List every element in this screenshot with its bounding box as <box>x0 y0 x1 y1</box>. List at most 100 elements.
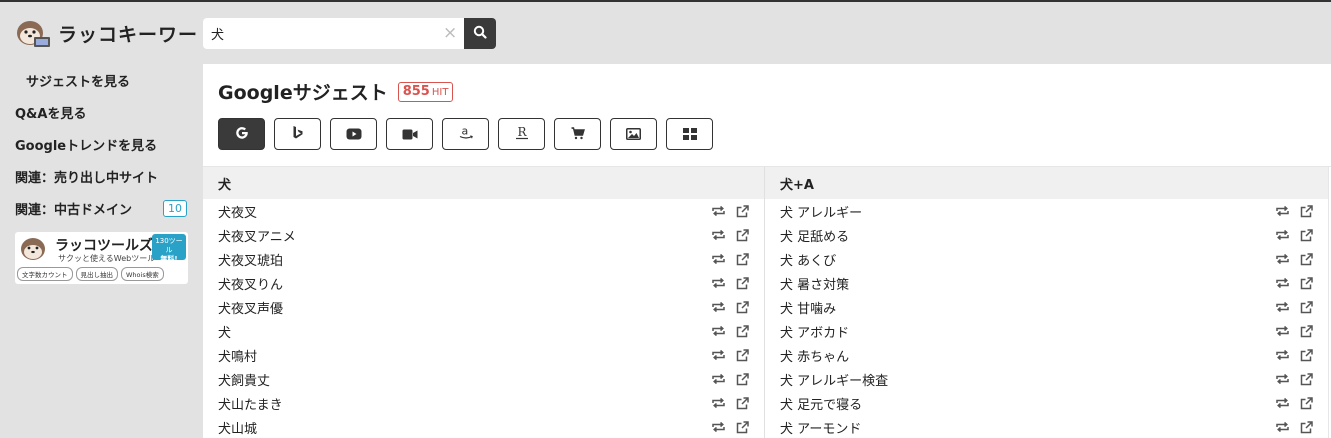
row-actions <box>710 275 750 291</box>
sidebar-item-qa[interactable]: Q&Aを見る <box>0 96 195 128</box>
repeat-search-icon[interactable] <box>710 251 726 267</box>
suggest-row: 犬 赤ちゃん <box>765 343 1328 367</box>
suggest-keyword[interactable]: 犬山城 <box>218 418 257 437</box>
sidebar-item-label: 関連：中古ドメイン <box>15 202 133 218</box>
rakko-tools-banner[interactable]: ラッコツールズ サクッと使えるWebツール 130ツール 無料! 文字数カウント… <box>15 232 188 284</box>
suggest-keyword[interactable]: 犬夜叉りん <box>218 274 283 293</box>
external-link-icon[interactable] <box>734 299 750 315</box>
repeat-search-icon[interactable] <box>710 275 726 291</box>
external-link-icon[interactable] <box>1298 299 1314 315</box>
sidebar-item-sites-for-sale[interactable]: 関連：売り出し中サイト <box>0 160 195 192</box>
logo[interactable]: ラッコキーワード <box>14 16 218 50</box>
external-link-icon[interactable] <box>1298 227 1314 243</box>
suggest-row: 犬 <box>203 319 764 343</box>
suggest-keyword[interactable]: 犬夜叉声優 <box>218 298 283 317</box>
suggest-keyword[interactable]: 犬夜叉 <box>218 202 257 221</box>
repeat-search-icon[interactable] <box>1274 323 1290 339</box>
search-button[interactable] <box>464 18 496 49</box>
external-link-icon[interactable] <box>734 275 750 291</box>
external-link-icon[interactable] <box>734 251 750 267</box>
repeat-search-icon[interactable] <box>710 347 726 363</box>
suggest-keyword[interactable]: 犬 <box>218 322 231 341</box>
suggest-keyword[interactable]: 犬 甘噛み <box>780 298 836 317</box>
tab-shopping[interactable] <box>554 118 601 150</box>
suggest-keyword[interactable]: 犬飼貴丈 <box>218 370 270 389</box>
suggest-row: 犬 暑さ対策 <box>765 271 1328 295</box>
tab-amazon[interactable]: a <box>442 118 489 150</box>
repeat-search-icon[interactable] <box>1274 371 1290 387</box>
external-link-icon[interactable] <box>1298 251 1314 267</box>
suggest-keyword[interactable]: 犬 足舐める <box>780 226 849 245</box>
external-link-icon[interactable] <box>1298 323 1314 339</box>
suggest-keyword[interactable]: 犬 アレルギー検査 <box>780 370 888 389</box>
tab-images[interactable] <box>610 118 657 150</box>
repeat-search-icon[interactable] <box>1274 275 1290 291</box>
external-link-icon[interactable] <box>1298 203 1314 219</box>
repeat-search-icon[interactable] <box>710 419 726 435</box>
suggest-keyword[interactable]: 犬 アレルギー <box>780 202 862 221</box>
search-input[interactable] <box>203 18 464 49</box>
repeat-search-icon[interactable] <box>1274 395 1290 411</box>
sidebar-item-used-domains[interactable]: 関連：中古ドメイン 10 <box>0 192 195 224</box>
suggest-row: 犬夜叉りん <box>203 271 764 295</box>
repeat-search-icon[interactable] <box>1274 419 1290 435</box>
external-link-icon[interactable] <box>734 227 750 243</box>
repeat-search-icon[interactable] <box>710 371 726 387</box>
external-link-icon[interactable] <box>734 419 750 435</box>
sidebar-item-suggest[interactable]: サジェストを見る <box>0 64 195 96</box>
external-link-icon[interactable] <box>734 395 750 411</box>
clear-search-button[interactable]: × <box>443 23 457 43</box>
external-link-icon[interactable] <box>734 323 750 339</box>
repeat-search-icon[interactable] <box>710 227 726 243</box>
row-actions <box>710 251 750 267</box>
suggest-keyword[interactable]: 犬 あくび <box>780 250 836 269</box>
banner-tag: 見出し抽出 <box>75 267 118 281</box>
repeat-search-icon[interactable] <box>710 299 726 315</box>
suggest-keyword[interactable]: 犬 足元で寝る <box>780 394 862 413</box>
suggest-keyword[interactable]: 犬 アボカド <box>780 322 849 341</box>
suggest-row: 犬 アボカド <box>765 319 1328 343</box>
tab-google[interactable] <box>218 118 265 150</box>
banner-tag: 文字数カウント <box>17 267 73 281</box>
tab-video[interactable] <box>386 118 433 150</box>
repeat-search-icon[interactable] <box>710 395 726 411</box>
row-actions <box>1274 251 1314 267</box>
repeat-search-icon[interactable] <box>1274 299 1290 315</box>
suggest-keyword[interactable]: 犬山たまき <box>218 394 283 413</box>
repeat-search-icon[interactable] <box>1274 251 1290 267</box>
repeat-search-icon[interactable] <box>1274 203 1290 219</box>
suggest-row: 犬 あくび <box>765 247 1328 271</box>
tab-all[interactable] <box>666 118 713 150</box>
external-link-icon[interactable] <box>1298 371 1314 387</box>
external-link-icon[interactable] <box>1298 419 1314 435</box>
tab-youtube[interactable] <box>330 118 377 150</box>
sidebar-item-google-trends[interactable]: Googleトレンドを見る <box>0 128 195 160</box>
row-actions <box>710 347 750 363</box>
external-link-icon[interactable] <box>734 371 750 387</box>
row-actions <box>710 323 750 339</box>
row-actions <box>710 395 750 411</box>
external-link-icon[interactable] <box>1298 275 1314 291</box>
banner-subtitle: サクッと使えるWebツール <box>58 254 156 263</box>
tab-rakuten[interactable]: R <box>498 118 545 150</box>
external-link-icon[interactable] <box>734 203 750 219</box>
suggest-keyword[interactable]: 犬 アーモンド <box>780 418 861 437</box>
bing-icon <box>292 125 304 144</box>
tab-bing[interactable] <box>274 118 321 150</box>
suggest-keyword[interactable]: 犬鳴村 <box>218 346 257 365</box>
repeat-search-icon[interactable] <box>710 323 726 339</box>
suggest-keyword[interactable]: 犬 暑さ対策 <box>780 274 849 293</box>
suggest-keyword[interactable]: 犬夜叉琥珀 <box>218 250 283 269</box>
row-actions <box>710 419 750 435</box>
repeat-search-icon[interactable] <box>1274 227 1290 243</box>
external-link-icon[interactable] <box>1298 395 1314 411</box>
suggest-keyword[interactable]: 犬 赤ちゃん <box>780 346 849 365</box>
external-link-icon[interactable] <box>1298 347 1314 363</box>
suggest-keyword[interactable]: 犬夜叉アニメ <box>218 226 296 245</box>
row-actions <box>1274 323 1314 339</box>
banner-title: ラッコツールズ <box>55 238 153 254</box>
image-icon <box>626 125 641 144</box>
external-link-icon[interactable] <box>734 347 750 363</box>
repeat-search-icon[interactable] <box>1274 347 1290 363</box>
repeat-search-icon[interactable] <box>710 203 726 219</box>
